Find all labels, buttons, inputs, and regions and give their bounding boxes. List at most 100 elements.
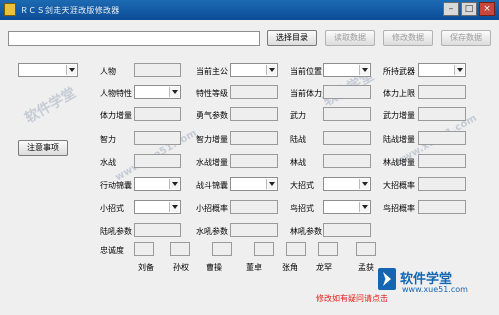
force-gain-field[interactable] (418, 107, 466, 121)
small-move-select[interactable] (134, 200, 181, 214)
help-link[interactable]: 修改如有疑问请点击 (316, 293, 388, 304)
label-bird-move: 鸟招式 (290, 204, 314, 213)
current-lord-select[interactable] (230, 63, 278, 77)
label-land-roar: 陆吼参数 (100, 227, 132, 236)
water-roar-field[interactable] (230, 223, 278, 237)
chevron-down-icon (359, 65, 369, 75)
label-forest-battle: 林战 (290, 158, 306, 167)
label-loyalty: 忠诚度 (100, 246, 124, 255)
bird-move-rate-field[interactable] (418, 200, 466, 214)
directory-path-input[interactable] (8, 31, 260, 46)
current-position-select[interactable] (323, 63, 371, 77)
label-person-trait: 人物特性 (100, 89, 132, 98)
label-big-move-rate: 大招概率 (383, 181, 415, 190)
label-current-stamina: 当前体力 (290, 89, 322, 98)
lord-name: 刘备 (138, 263, 154, 272)
label-battle-bag: 战斗锦囊 (196, 181, 228, 190)
read-data-button[interactable]: 读取数据 (325, 30, 375, 46)
label-current-position: 当前位置 (290, 67, 322, 76)
trait-level-field[interactable] (230, 85, 278, 99)
battle-bag-select[interactable] (230, 177, 278, 191)
bravery-param-field[interactable] (230, 107, 278, 121)
forest-battle-field[interactable] (323, 154, 371, 168)
loyalty-field[interactable] (134, 242, 154, 256)
label-small-move: 小招式 (100, 204, 124, 213)
land-battle-field[interactable] (323, 131, 371, 145)
loyalty-field[interactable] (286, 242, 306, 256)
label-current-lord: 当前主公 (196, 67, 228, 76)
chevron-down-icon (266, 65, 276, 75)
label-forest-battle-gain: 林战增量 (383, 158, 415, 167)
label-water-roar: 水吼参数 (196, 227, 228, 236)
app-icon (4, 3, 16, 16)
label-water-battle: 水战 (100, 158, 116, 167)
chevron-down-icon (359, 202, 369, 212)
label-wisdom-gain: 智力增量 (196, 135, 228, 144)
forest-roar-field[interactable] (323, 223, 371, 237)
wisdom-field[interactable] (134, 131, 181, 145)
person-field[interactable] (134, 63, 181, 77)
label-small-move-rate: 小招概率 (196, 204, 228, 213)
select-directory-button[interactable]: 选择目录 (267, 30, 317, 46)
label-water-battle-gain: 水战增量 (196, 158, 228, 167)
forest-battle-gain-field[interactable] (418, 154, 466, 168)
stamina-max-field[interactable] (418, 85, 466, 99)
lord-name: 孙权 (173, 263, 189, 272)
chevron-down-icon (169, 202, 179, 212)
lord-name: 曹操 (206, 263, 222, 272)
maximize-button[interactable]: □ (461, 2, 477, 16)
label-big-move: 大招式 (290, 181, 314, 190)
label-stamina-max: 体力上限 (383, 89, 415, 98)
chevron-down-icon (266, 179, 276, 189)
loyalty-field[interactable] (318, 242, 338, 256)
label-force-gain: 武力增量 (383, 111, 415, 120)
big-move-rate-field[interactable] (418, 177, 466, 191)
land-roar-field[interactable] (134, 223, 181, 237)
label-wisdom: 智力 (100, 135, 116, 144)
chevron-down-icon (169, 179, 179, 189)
lord-name: 张角 (282, 263, 298, 272)
window-title: ＲＣＳ剑走天涯改版修改器 (20, 6, 120, 15)
small-move-rate-field[interactable] (230, 200, 278, 214)
lord-name: 龙罕 (316, 263, 332, 272)
water-battle-field[interactable] (134, 154, 181, 168)
held-weapon-select[interactable] (418, 63, 466, 77)
loyalty-field[interactable] (170, 242, 190, 256)
label-land-battle-gain: 陆战增量 (383, 135, 415, 144)
logo-icon (378, 268, 396, 290)
loyalty-field[interactable] (254, 242, 274, 256)
bird-move-select[interactable] (323, 200, 371, 214)
loyalty-field[interactable] (212, 242, 232, 256)
label-held-weapon: 所持武器 (383, 67, 415, 76)
close-button[interactable]: × (479, 2, 495, 16)
water-battle-gain-field[interactable] (230, 154, 278, 168)
land-battle-gain-field[interactable] (418, 131, 466, 145)
big-move-select[interactable] (323, 177, 371, 191)
label-person: 人物 (100, 67, 116, 76)
notes-button[interactable]: 注意事项 (18, 140, 68, 156)
lord-name: 孟获 (358, 263, 374, 272)
modify-data-button[interactable]: 修改数据 (383, 30, 433, 46)
action-bag-select[interactable] (134, 177, 181, 191)
chevron-down-icon (66, 65, 76, 75)
label-bird-move-rate: 鸟招概率 (383, 204, 415, 213)
character-select[interactable] (18, 63, 78, 77)
stamina-gain-field[interactable] (134, 107, 181, 121)
chevron-down-icon (359, 179, 369, 189)
label-action-bag: 行动锦囊 (100, 181, 132, 190)
chevron-down-icon (169, 87, 179, 97)
save-data-button[interactable]: 保存数据 (441, 30, 491, 46)
label-trait-level: 特性等级 (196, 89, 228, 98)
force-field[interactable] (323, 107, 371, 121)
label-forest-roar: 林吼参数 (290, 227, 322, 236)
loyalty-field[interactable] (356, 242, 376, 256)
logo-url: www.xue51.com (402, 285, 468, 294)
chevron-down-icon (454, 65, 464, 75)
label-force: 武力 (290, 111, 306, 120)
person-trait-select[interactable] (134, 85, 181, 99)
lord-name: 董卓 (246, 263, 262, 272)
current-stamina-field[interactable] (323, 85, 371, 99)
wisdom-gain-field[interactable] (230, 131, 278, 145)
label-bravery-param: 勇气参数 (196, 111, 228, 120)
minimize-button[interactable]: – (443, 2, 459, 16)
